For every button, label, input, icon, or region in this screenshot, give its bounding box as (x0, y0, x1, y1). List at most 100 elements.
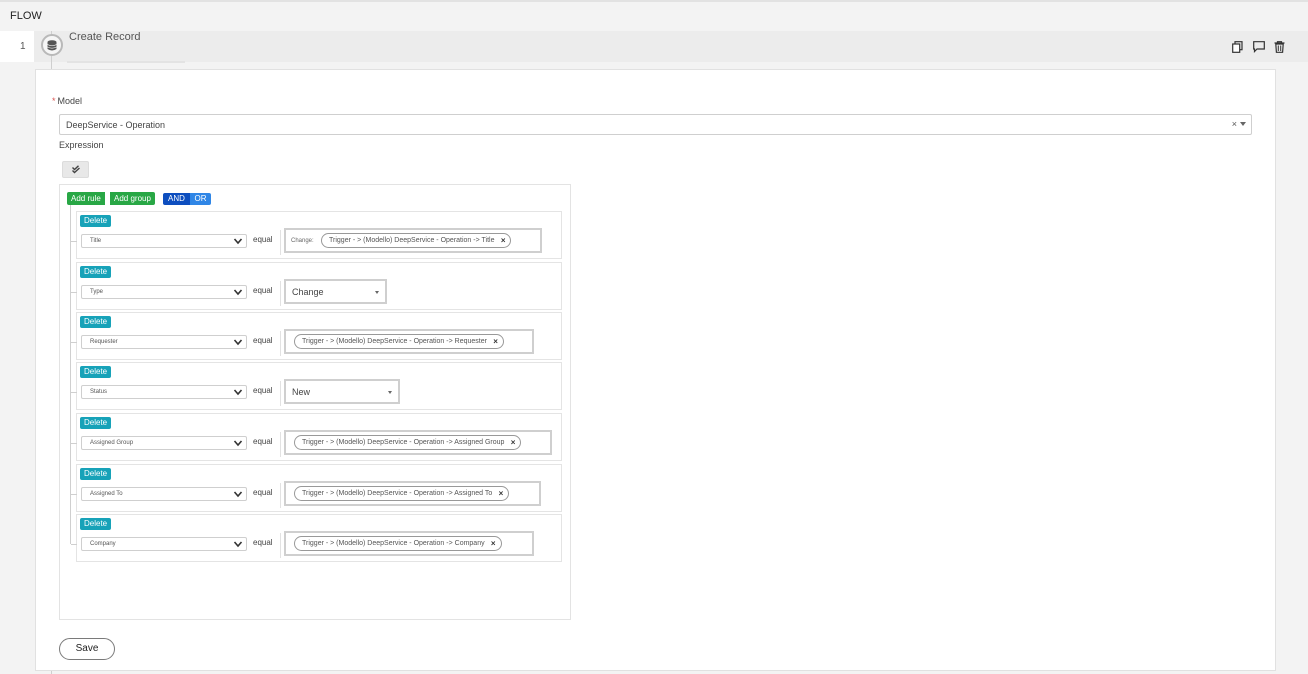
or-button[interactable]: OR (190, 193, 211, 205)
rule-value-chip[interactable]: Trigger - > (Modello) DeepService - Oper… (294, 334, 504, 349)
rule-field-value: Assigned Group (90, 440, 134, 446)
rule-separator (280, 381, 281, 406)
step-number: 1 (20, 41, 26, 52)
chevron-down-icon (233, 541, 243, 548)
rule-separator (280, 281, 281, 306)
model-select-value: DeepService - Operation (66, 120, 166, 130)
chevron-down-icon (233, 339, 243, 346)
rule-value-box[interactable]: Change: Trigger - > (Modello) DeepServic… (284, 228, 542, 253)
rule-field-value: Status (90, 389, 108, 395)
database-icon (41, 34, 63, 56)
rule-field-select[interactable]: Type (81, 285, 247, 299)
step-title: Create Record (69, 31, 141, 43)
step-config-card: * Model DeepService - Operation × Express… (35, 69, 1276, 671)
rule-branch-line (71, 494, 77, 495)
rule-branch-line (71, 241, 77, 242)
delete-rule-button[interactable]: Delete (80, 468, 112, 480)
rule-field-select[interactable]: Assigned To (81, 487, 247, 501)
chip-label: Trigger - > (Modello) DeepService - Oper… (302, 540, 485, 547)
remove-chip-icon[interactable]: × (501, 234, 506, 247)
rule-row: Delete Title equal Change: Trigger - > (… (71, 211, 562, 259)
rule-field-select[interactable]: Status (81, 385, 247, 399)
chevron-down-icon (233, 238, 243, 245)
rule-operator: equal (253, 286, 273, 295)
rule-row: Delete Requester equal Trigger - > (Mode… (71, 312, 562, 360)
caret-down-icon (388, 391, 392, 394)
rule-field-select[interactable]: Requester (81, 335, 247, 349)
rule-value-box[interactable]: Trigger - > (Modello) DeepService - Oper… (284, 531, 534, 556)
step-header[interactable]: 1 (0, 31, 1308, 62)
page-title: FLOW (10, 10, 42, 22)
rule-value-box[interactable]: Trigger - > (Modello) DeepService - Oper… (284, 329, 534, 354)
add-group-button[interactable]: Add group (110, 192, 155, 205)
rule-operator: equal (253, 235, 273, 244)
delete-rule-button[interactable]: Delete (80, 518, 112, 530)
delete-rule-button[interactable]: Delete (80, 215, 112, 227)
model-select[interactable]: DeepService - Operation × (59, 114, 1252, 135)
step-actions (1231, 40, 1286, 53)
required-mark: * (52, 96, 56, 106)
delete-rule-button[interactable]: Delete (80, 417, 112, 429)
copy-icon[interactable] (1231, 40, 1244, 53)
query-builder: Add rule Add group AND OR Delete Title e… (59, 184, 571, 620)
rule-value-chip[interactable]: Trigger - > (Modello) DeepService - Oper… (294, 536, 502, 551)
and-button[interactable]: AND (163, 193, 190, 205)
rule-value-box[interactable]: Trigger - > (Modello) DeepService - Oper… (284, 481, 541, 506)
rule-separator (280, 533, 281, 558)
save-button[interactable]: Save (59, 638, 115, 660)
model-label: * Model (52, 96, 82, 106)
delete-rule-button[interactable]: Delete (80, 266, 112, 278)
rule-operator: equal (253, 437, 273, 446)
rule-branch-line (71, 342, 77, 343)
rule-value-select-value: New (292, 387, 311, 397)
remove-chip-icon[interactable]: × (493, 335, 498, 348)
rule-field-select[interactable]: Company (81, 537, 247, 551)
rule-operator: equal (253, 386, 273, 395)
remove-chip-icon[interactable]: × (491, 537, 496, 550)
rule-separator (280, 230, 281, 255)
double-check-icon (71, 165, 80, 174)
chevron-down-icon (233, 289, 243, 296)
caret-down-icon (375, 291, 379, 294)
expression-toggle-button[interactable] (62, 161, 89, 178)
chip-label: Trigger - > (Modello) DeepService - Oper… (302, 490, 493, 497)
rule-value-chip[interactable]: Trigger - > (Modello) DeepService - Oper… (294, 435, 522, 450)
add-rule-button[interactable]: Add rule (67, 192, 105, 205)
chevron-down-icon (233, 389, 243, 396)
rule-branch-line (71, 292, 77, 293)
rule-separator (280, 432, 281, 457)
chevron-down-icon (233, 440, 243, 447)
rule-operator: equal (253, 538, 273, 547)
rule-value-box[interactable]: Trigger - > (Modello) DeepService - Oper… (284, 430, 552, 455)
rule-value-chip[interactable]: Trigger - > (Modello) DeepService - Oper… (294, 486, 510, 501)
rule-field-select[interactable]: Assigned Group (81, 436, 247, 450)
model-label-text: Model (57, 96, 83, 106)
rule-field-select[interactable]: Title (81, 234, 247, 248)
rule-field-value: Assigned To (90, 491, 123, 497)
rule-row: Delete Assigned To equal Trigger - > (Mo… (71, 464, 562, 512)
step-title-underline (67, 61, 185, 63)
delete-rule-button[interactable]: Delete (80, 366, 112, 378)
delete-rule-button[interactable]: Delete (80, 316, 112, 328)
rule-branch-line (71, 392, 77, 393)
rule-branch-line (71, 544, 77, 545)
rule-value-select-value: Change (292, 287, 324, 297)
rule-branch-line (71, 443, 77, 444)
comment-icon[interactable] (1252, 40, 1265, 53)
clear-icon[interactable]: × (1232, 119, 1237, 129)
step-number-cell: 1 (0, 31, 34, 62)
rule-value-select[interactable]: New (284, 379, 400, 404)
rule-row: Delete Type equal Change (71, 262, 562, 310)
rule-value-chip[interactable]: Trigger - > (Modello) DeepService - Oper… (321, 233, 512, 248)
rule-field-value: Type (90, 289, 104, 295)
caret-down-icon (1240, 122, 1246, 126)
trash-icon[interactable] (1273, 40, 1286, 53)
rule-operator: equal (253, 488, 273, 497)
remove-chip-icon[interactable]: × (511, 436, 516, 449)
rule-value-prefix: Change: (291, 238, 314, 244)
rule-row: Delete Company equal Trigger - > (Modell… (71, 514, 562, 562)
rule-row: Delete Assigned Group equal Trigger - > … (71, 413, 562, 461)
rule-value-select[interactable]: Change (284, 279, 387, 304)
rule-field-value: Company (90, 541, 116, 547)
remove-chip-icon[interactable]: × (499, 487, 504, 500)
